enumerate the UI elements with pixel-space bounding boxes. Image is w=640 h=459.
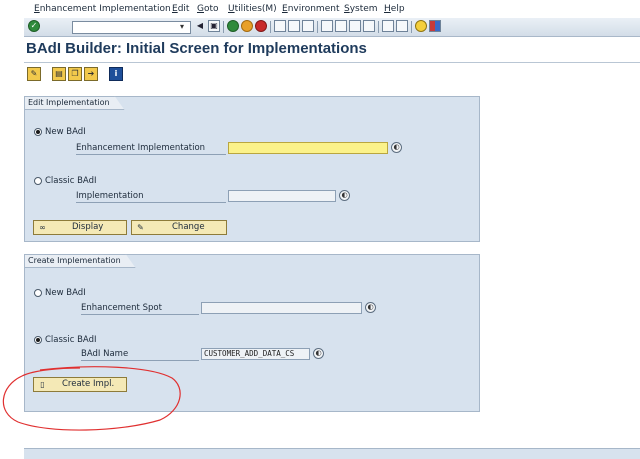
menu-utilities[interactable]: Utilities(M)	[228, 4, 277, 14]
back-arrow-icon[interactable]: ◀	[194, 20, 206, 32]
menu-environment[interactable]: Environment	[282, 4, 339, 14]
menu-bar: Enhancement Implementation Edit Goto Uti…	[24, 0, 640, 19]
help-icon[interactable]	[415, 20, 427, 32]
enhancement-spot-label: Enhancement Spot	[81, 303, 199, 315]
enter-icon[interactable]: ✓	[28, 20, 40, 32]
info-icon[interactable]: i	[109, 67, 123, 81]
change-button[interactable]: ✎ Change	[131, 220, 227, 235]
pencil-icon: ✎	[137, 223, 144, 232]
create-implementation-heading: Create Implementation	[24, 254, 136, 268]
edit-new-badi-radio[interactable]	[34, 128, 42, 136]
find-icon[interactable]	[288, 20, 300, 32]
first-page-icon[interactable]	[321, 20, 333, 32]
edit-implementation-heading: Edit Implementation	[24, 96, 125, 110]
separator	[223, 21, 224, 33]
edit-new-badi-label: New BAdI	[45, 127, 86, 137]
command-field[interactable]	[72, 21, 191, 34]
title-divider	[24, 62, 640, 63]
value-help-icon[interactable]: ◐	[365, 302, 376, 313]
page-title: BAdI Builder: Initial Screen for Impleme…	[26, 40, 367, 57]
separator	[317, 21, 318, 33]
implementation-label: Implementation	[76, 191, 226, 203]
separator	[270, 21, 271, 33]
rename-icon[interactable]: ➔	[84, 67, 98, 81]
menu-enhancement-implementation[interactable]: Enhancement Implementation	[34, 4, 171, 14]
new-session-icon[interactable]	[382, 20, 394, 32]
copy-icon[interactable]: ❐	[68, 67, 82, 81]
back-icon[interactable]	[227, 20, 239, 32]
shortcut-icon[interactable]	[396, 20, 408, 32]
layout-icon[interactable]	[429, 20, 441, 32]
display-button[interactable]: ∞ Display	[33, 220, 127, 235]
menu-help[interactable]: Help	[384, 4, 405, 14]
badi-name-input[interactable]: CUSTOMER_ADD_DATA_CS	[201, 348, 310, 360]
application-toolbar: ✎ ▤ ❐ ➔ i	[24, 64, 640, 84]
create-classic-badi-radio[interactable]	[34, 336, 42, 344]
save-icon[interactable]: ▣	[208, 20, 220, 32]
annotation-stroke	[2, 366, 181, 431]
exit-icon[interactable]	[241, 20, 253, 32]
dropdown-icon[interactable]: ▾	[176, 21, 188, 32]
value-help-icon[interactable]: ◐	[339, 190, 350, 201]
separator	[378, 21, 379, 33]
create-classic-badi-label: Classic BAdI	[45, 335, 97, 345]
enhancement-implementation-input[interactable]	[228, 142, 388, 154]
menu-goto[interactable]: Goto	[197, 4, 219, 14]
last-page-icon[interactable]	[363, 20, 375, 32]
display-change-icon[interactable]: ✎	[27, 67, 41, 81]
status-bar	[24, 448, 640, 459]
find-next-icon[interactable]	[302, 20, 314, 32]
create-new-badi-label: New BAdI	[45, 288, 86, 298]
cancel-icon[interactable]	[255, 20, 267, 32]
standard-toolbar: ✓ ▾ ◀ ▣	[24, 18, 640, 37]
badi-name-label: BAdI Name	[81, 349, 199, 361]
value-help-icon[interactable]: ◐	[313, 348, 324, 359]
annotation-ellipse	[2, 366, 181, 431]
edit-classic-badi-radio[interactable]	[34, 177, 42, 185]
previous-page-icon[interactable]	[335, 20, 347, 32]
print-icon[interactable]	[274, 20, 286, 32]
menu-system[interactable]: System	[344, 4, 378, 14]
edit-classic-badi-label: Classic BAdI	[45, 176, 97, 186]
value-help-icon[interactable]: ◐	[391, 142, 402, 153]
next-page-icon[interactable]	[349, 20, 361, 32]
glasses-icon: ∞	[39, 223, 46, 232]
enhancement-spot-input[interactable]	[201, 302, 362, 314]
separator	[411, 21, 412, 33]
implementation-input[interactable]	[228, 190, 336, 202]
delete-icon[interactable]: ▤	[52, 67, 66, 81]
enhancement-implementation-label: Enhancement Implementation	[76, 143, 226, 155]
edit-implementation-panel: Edit Implementation New BAdI Enhancement…	[24, 96, 480, 242]
create-new-badi-radio[interactable]	[34, 289, 42, 297]
menu-edit[interactable]: Edit	[172, 4, 189, 14]
